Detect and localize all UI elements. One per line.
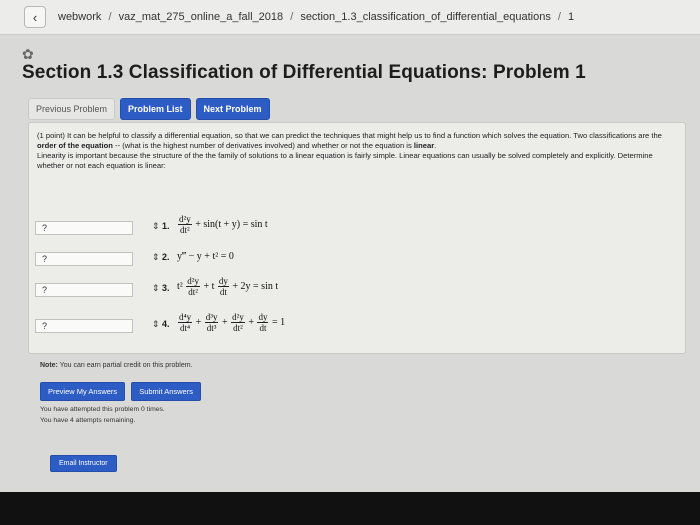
problem-intro: (1 point) It can be helpful to classify … [37,131,662,170]
question-row-1: ? ⇕ 1. d²y dt² + sin(t + y) = sin t [29,214,685,244]
equation-4: d⁴y dt⁴ + d³y dt³ + d²y dt² + dy dt = 1 [178,312,286,333]
page-header: ✿ Section 1.3 Classification of Differen… [0,34,700,94]
question-number: 4. [162,319,170,329]
breadcrumb-problem: 1 [568,11,575,23]
question-number: 1. [162,221,170,231]
webwork-logo-icon: ✿ [22,46,34,62]
page-title: Section 1.3 Classification of Differenti… [22,62,586,83]
question-row-2: ? ⇕ 2. y‴ − y + t² = 0 [29,249,685,275]
screen-bezel [0,492,700,525]
question-row-3: ? ⇕ 3. t² d²y dt² + t dy dt + 2y = sin t [29,276,685,306]
email-instructor-button[interactable]: Email Instructor [50,455,117,472]
problem-panel: (1 point) It can be helpful to classify … [28,122,686,354]
answer-select-3[interactable]: ? [35,283,133,297]
question-row-4: ? ⇕ 4. d⁴y dt⁴ + d³y dt³ + d²y dt² + dy dt =… [29,312,685,342]
attempts-remaining: You have 4 attempts remaining. [40,417,136,424]
next-problem-button[interactable]: Next Problem [195,98,270,120]
problem-list-button[interactable]: Problem List [120,98,191,120]
equation-3: t² d²y dt² + t dy dt + 2y = sin t [177,276,279,297]
answer-select-4[interactable]: ? [35,319,133,333]
answer-select-1[interactable]: ? [35,221,133,235]
question-number: 2. [162,252,170,262]
submit-row: Preview My Answers Submit Answers [40,382,201,401]
updown-arrows-icon: ⇕ [152,283,160,293]
breadcrumb: webwork / vaz_mat_275_online_a_fall_2018… [58,11,575,23]
submit-answers-button[interactable]: Submit Answers [131,382,201,401]
updown-arrows-icon: ⇕ [152,221,160,231]
breadcrumb-course[interactable]: vaz_mat_275_online_a_fall_2018 [119,11,284,23]
preview-answers-button[interactable]: Preview My Answers [40,382,126,401]
breadcrumb-set[interactable]: section_1.3_classification_of_differenti… [300,11,551,23]
top-bar: ‹ webwork / vaz_mat_275_online_a_fall_20… [0,0,700,35]
question-number: 3. [162,283,170,293]
back-button[interactable]: ‹ [24,6,46,28]
equation-2: y‴ − y + t² = 0 [177,251,234,263]
linearity-paragraph: Linearity is important because the struc… [37,151,653,170]
partial-credit-note: Note: You can earn partial credit on thi… [40,362,193,369]
attempts-made: You have attempted this problem 0 times. [40,406,165,413]
equation-1: d²y dt² + sin(t + y) = sin t [178,214,268,235]
updown-arrows-icon: ⇕ [152,319,160,329]
breadcrumb-webwork[interactable]: webwork [58,11,101,23]
answer-select-2[interactable]: ? [35,252,133,266]
chevron-left-icon: ‹ [32,9,38,25]
problem-nav: Previous Problem Problem List Next Probl… [28,98,270,120]
previous-problem-button[interactable]: Previous Problem [28,98,116,120]
updown-arrows-icon: ⇕ [152,252,160,262]
